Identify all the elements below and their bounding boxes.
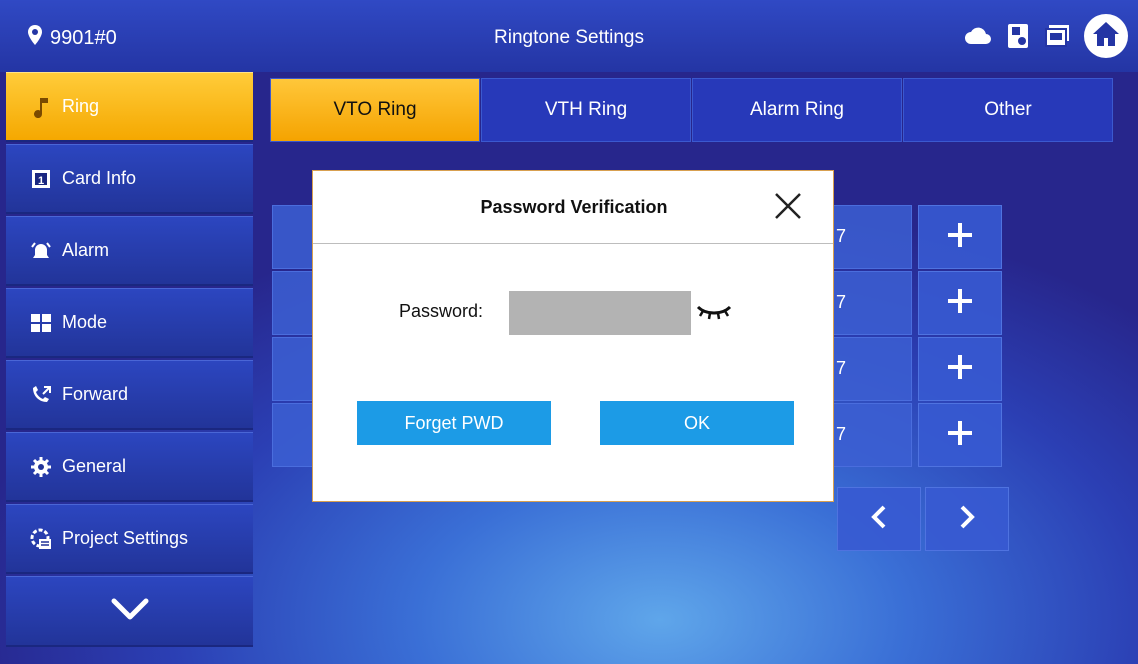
tab-vth-ring[interactable]: VTH Ring — [481, 78, 691, 142]
sidebar-item-mode[interactable]: Mode — [6, 288, 253, 358]
svg-text:1: 1 — [38, 175, 44, 187]
sidebar-item-label: Forward — [62, 384, 129, 404]
project-settings-icon — [30, 528, 52, 550]
divider — [313, 243, 833, 244]
sidebar-item-ring[interactable]: Ring — [6, 72, 253, 142]
add-ringtone-button[interactable] — [918, 403, 1002, 467]
card-icon: 1 — [30, 168, 52, 190]
mode-grid-icon — [30, 312, 52, 334]
sidebar-item-card-info[interactable]: 1 Card Info — [6, 144, 253, 214]
next-page-button[interactable] — [925, 487, 1009, 551]
ringtone-row-text: 7 — [836, 358, 847, 378]
home-button[interactable] — [1084, 14, 1128, 58]
tab-alarm-ring[interactable]: Alarm Ring — [692, 78, 902, 142]
ringtone-row-text: 7 — [836, 226, 847, 246]
sidebar-item-forward[interactable]: Forward — [6, 360, 253, 430]
sidebar-item-label: Card Info — [62, 168, 137, 188]
password-dialog: Password Verification Password: Forget P… — [312, 170, 834, 502]
alarm-icon — [30, 240, 52, 262]
sidebar-item-alarm[interactable]: Alarm — [6, 216, 253, 286]
tab-vto-ring[interactable]: VTO Ring — [270, 78, 480, 142]
sidebar-item-label: Project Settings — [62, 528, 189, 548]
home-icon — [1092, 21, 1120, 52]
forward-call-icon — [30, 384, 52, 406]
sidebar-more-button[interactable] — [6, 576, 253, 647]
device-icon — [1044, 22, 1072, 50]
sidebar-item-label: General — [62, 456, 127, 476]
add-ringtone-button[interactable] — [918, 271, 1002, 335]
plus-icon — [946, 353, 974, 386]
sidebar-item-label: Ring — [62, 96, 100, 116]
plus-icon — [946, 221, 974, 254]
cloud-icon — [964, 22, 992, 50]
music-note-icon — [30, 96, 52, 118]
add-ringtone-button[interactable] — [918, 337, 1002, 401]
sidebar-item-label: Mode — [62, 312, 108, 332]
plus-icon — [946, 287, 974, 320]
close-button[interactable] — [771, 189, 805, 223]
top-bar: 9901#0 Ringtone Settings — [0, 0, 1138, 72]
ok-button[interactable]: OK — [600, 401, 794, 445]
close-icon — [771, 193, 805, 227]
gear-icon — [30, 456, 52, 478]
sidebar-item-label: Alarm — [62, 240, 110, 260]
sidebar: Ring 1 Card Info Alarm Mode Forward Gene… — [6, 72, 253, 647]
password-label: Password: — [399, 301, 484, 321]
prev-page-button[interactable] — [837, 487, 921, 551]
tab-bar: VTO Ring VTH Ring Alarm Ring Other — [270, 78, 1114, 142]
sidebar-item-project-settings[interactable]: Project Settings — [6, 504, 253, 574]
chevron-left-icon — [870, 503, 888, 536]
dialog-title: Password Verification — [480, 197, 668, 217]
add-ringtone-button[interactable] — [918, 205, 1002, 269]
hidden-eye-icon[interactable] — [695, 301, 733, 323]
chevron-right-icon — [958, 503, 976, 536]
sd-card-icon — [1004, 22, 1032, 50]
plus-icon — [946, 419, 974, 452]
chevron-down-icon — [110, 597, 150, 626]
sidebar-item-general[interactable]: General — [6, 432, 253, 502]
ringtone-row-text: 7 — [836, 424, 847, 444]
ringtone-row-text: 7 — [836, 292, 847, 312]
forget-password-button[interactable]: Forget PWD — [357, 401, 551, 445]
tab-other[interactable]: Other — [903, 78, 1113, 142]
password-input[interactable] — [509, 291, 691, 335]
